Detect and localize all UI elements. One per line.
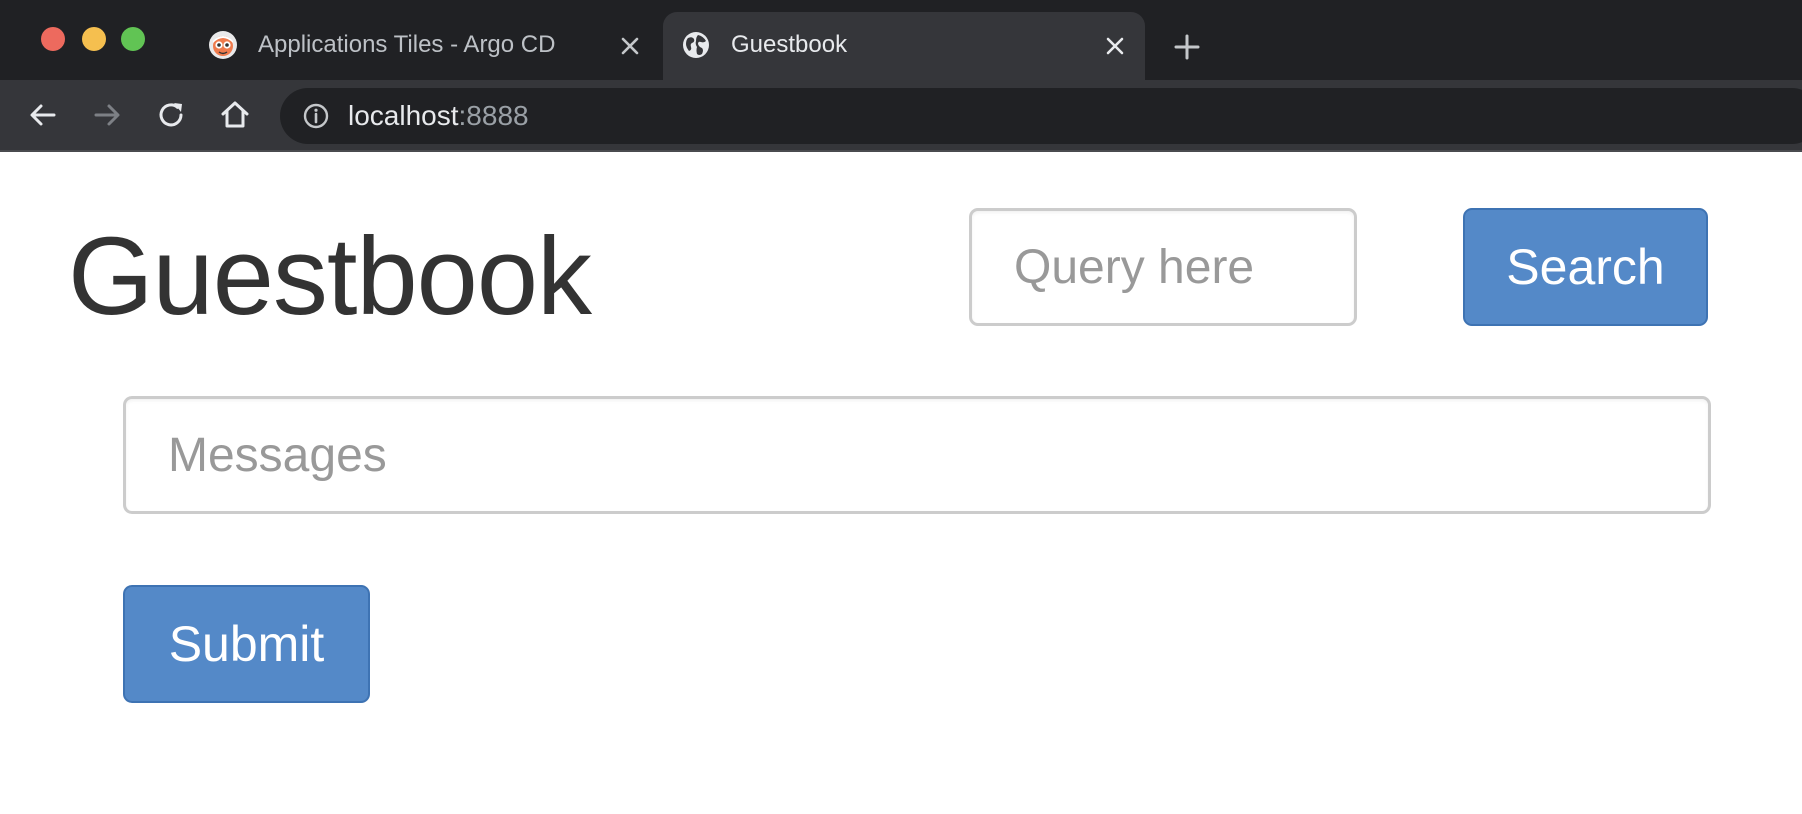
maximize-window-button[interactable] [121,27,145,51]
reload-icon[interactable] [155,98,189,132]
url-port: :8888 [458,100,529,131]
forward-arrow-icon[interactable] [90,98,124,132]
search-button[interactable]: Search [1463,208,1708,326]
page-content: Guestbook Search Submit [0,152,1802,814]
site-info-icon[interactable] [302,102,330,130]
address-bar[interactable]: localhost:8888 [280,88,1802,144]
message-input[interactable] [123,396,1711,514]
tab-argo-cd[interactable]: Applications Tiles - Argo CD [190,12,660,80]
back-arrow-icon[interactable] [26,98,60,132]
page-title: Guestbook [68,215,592,338]
url-host: localhost [348,100,459,131]
close-tab-icon[interactable] [618,34,642,58]
search-input[interactable] [969,208,1357,326]
tab-strip: Applications Tiles - Argo CD Guestbook [0,0,1802,80]
close-tab-icon[interactable] [1103,34,1127,58]
argo-octopus-icon [209,31,237,59]
new-tab-plus-icon[interactable] [1172,32,1202,62]
home-icon[interactable] [218,98,252,132]
tab-title: Guestbook [731,31,848,58]
browser-toolbar: localhost:8888 [0,80,1802,152]
url-text: localhost:8888 [348,101,529,131]
minimize-window-button[interactable] [82,27,106,51]
submit-button[interactable]: Submit [123,585,370,703]
globe-icon [683,32,709,58]
tab-title: Applications Tiles - Argo CD [258,31,556,58]
close-window-button[interactable] [41,27,65,51]
tab-guestbook[interactable]: Guestbook [663,12,1145,80]
browser-window: Applications Tiles - Argo CD Guestbook l… [0,0,1802,814]
